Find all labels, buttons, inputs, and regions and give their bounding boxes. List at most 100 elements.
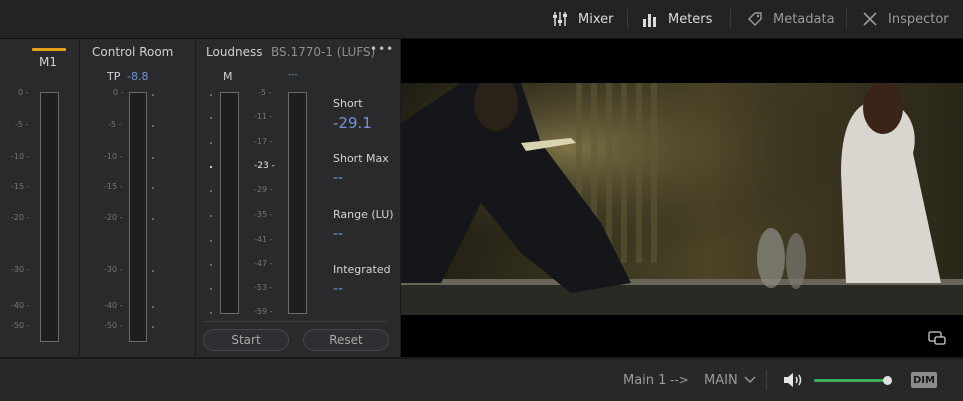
tick-mark xyxy=(210,117,212,119)
tick-mark xyxy=(152,218,154,220)
tick-mark xyxy=(152,157,154,159)
mixer-label: Mixer xyxy=(578,11,614,27)
meters-icon xyxy=(643,14,656,27)
video-frame xyxy=(401,83,963,315)
control-room-scale-label: -5 - xyxy=(108,120,122,129)
chevron-down-icon xyxy=(744,376,756,383)
control-room-scale-label: -20 - xyxy=(104,213,123,222)
range-value: -- xyxy=(333,226,344,242)
tick-mark xyxy=(210,142,212,144)
tick-mark xyxy=(210,94,212,96)
loudness-scale-label: -47 - xyxy=(254,259,273,268)
tick-mark xyxy=(152,94,154,96)
integrated-label: Integrated xyxy=(333,263,391,276)
loudness-target-scale-label: -23 - xyxy=(254,161,275,171)
integrated-value: -- xyxy=(333,281,344,297)
toolbar-divider xyxy=(846,9,847,29)
tick-mark xyxy=(152,125,154,127)
more-options-button[interactable]: ••• xyxy=(370,42,394,56)
meters-panel: M1 0 - -5 - -10 - -15 - -20 - -30 - -40 … xyxy=(0,39,400,357)
column-divider xyxy=(195,39,196,357)
volume-slider-fill xyxy=(814,379,888,382)
video-frame-image xyxy=(401,83,963,315)
start-button[interactable]: Start xyxy=(203,329,289,351)
volume-slider[interactable] xyxy=(814,376,892,385)
momentary-label: M xyxy=(223,70,233,83)
m1-scale-label: -20 - xyxy=(11,213,30,222)
control-room-scale-label: 0 - xyxy=(113,88,124,97)
loudness-dashes: --- xyxy=(288,70,298,80)
m1-scale-label: -50 - xyxy=(11,321,30,330)
reset-button[interactable]: Reset xyxy=(303,329,389,351)
tick-mark xyxy=(152,187,154,189)
mixer-tab[interactable]: Mixer xyxy=(551,0,613,38)
control-room-scale-label: -30 - xyxy=(104,265,123,274)
short-max-label: Short Max xyxy=(333,152,389,165)
tick-mark xyxy=(210,240,212,242)
mixer-icon xyxy=(553,12,567,26)
metadata-tag-icon xyxy=(748,12,762,26)
destination-dropdown[interactable]: MAIN xyxy=(704,359,756,401)
loudness-scale-label: -53 - xyxy=(254,283,273,292)
momentary-meter-bar xyxy=(220,92,239,314)
loudness-scale-label: -59 - xyxy=(254,307,273,316)
inspector-label: Inspector xyxy=(888,11,949,27)
short-value: -29.1 xyxy=(333,114,372,132)
inspector-tools-icon xyxy=(863,12,877,26)
m1-scale-label: -5 - xyxy=(15,120,29,129)
picture-in-picture-icon[interactable] xyxy=(928,331,946,345)
loudness-scale-label: -5 - xyxy=(258,88,272,97)
toolbar-divider xyxy=(730,9,731,29)
loudness-scale-label: -41 - xyxy=(254,235,273,244)
tick-mark xyxy=(210,166,212,168)
meters-tab[interactable]: Meters xyxy=(641,0,712,38)
source-label: Main 1 xyxy=(623,372,667,388)
control-room-scale-label: -40 - xyxy=(104,301,123,310)
loudness-scale-label: -17 - xyxy=(254,137,273,146)
control-room-meter-bar xyxy=(129,92,147,342)
speaker-volume-icon[interactable] xyxy=(782,371,804,389)
short-max-value: -- xyxy=(333,170,344,186)
top-toolbar: Mixer Meters Metadata Inspector xyxy=(0,0,963,39)
control-room-title: Control Room xyxy=(92,45,174,59)
video-viewer[interactable] xyxy=(401,39,963,357)
tick-mark xyxy=(152,326,154,328)
dim-button[interactable]: DIM xyxy=(911,372,937,388)
tick-mark xyxy=(210,288,212,290)
m1-scale-label: 0 - xyxy=(18,88,29,97)
tick-mark xyxy=(152,306,154,308)
m1-active-indicator xyxy=(32,48,66,51)
m1-scale-label: -30 - xyxy=(11,265,30,274)
control-room-scale-label: -15 - xyxy=(104,182,123,191)
tick-mark xyxy=(210,215,212,217)
loudness-standard: BS.1770-1 (LUFS) xyxy=(271,45,376,59)
loudness-title: Loudness xyxy=(206,45,263,59)
loudness-scale-label: -35 - xyxy=(254,210,273,219)
tick-mark xyxy=(210,312,212,314)
metadata-tab[interactable]: Metadata xyxy=(746,0,835,38)
m1-scale-label: -15 - xyxy=(11,182,30,191)
m1-meter-bar xyxy=(40,92,59,342)
true-peak-label: TP xyxy=(107,70,121,83)
tick-mark xyxy=(210,190,212,192)
range-label: Range (LU) xyxy=(333,208,394,221)
toolbar-divider xyxy=(766,370,767,390)
m1-title: M1 xyxy=(39,55,57,69)
short-label: Short xyxy=(333,97,363,110)
tick-mark xyxy=(210,264,212,266)
destination-label: MAIN xyxy=(704,372,738,388)
monitor-bar: Main 1 --> MAIN DIM xyxy=(0,358,963,401)
m1-scale-label: -10 - xyxy=(11,152,30,161)
tick-mark xyxy=(152,270,154,272)
short-term-meter-bar xyxy=(288,92,307,314)
m1-scale-label: -40 - xyxy=(11,301,30,310)
inspector-tab[interactable]: Inspector xyxy=(861,0,949,38)
column-divider xyxy=(79,39,80,357)
loudness-scale-label: -11 - xyxy=(254,112,273,121)
volume-slider-handle[interactable] xyxy=(883,376,892,385)
routing-arrow: --> xyxy=(670,373,689,387)
loudness-scale-label: -29 - xyxy=(254,185,273,194)
meters-label: Meters xyxy=(668,11,713,27)
toolbar-divider xyxy=(627,9,628,29)
metadata-label: Metadata xyxy=(773,11,835,27)
